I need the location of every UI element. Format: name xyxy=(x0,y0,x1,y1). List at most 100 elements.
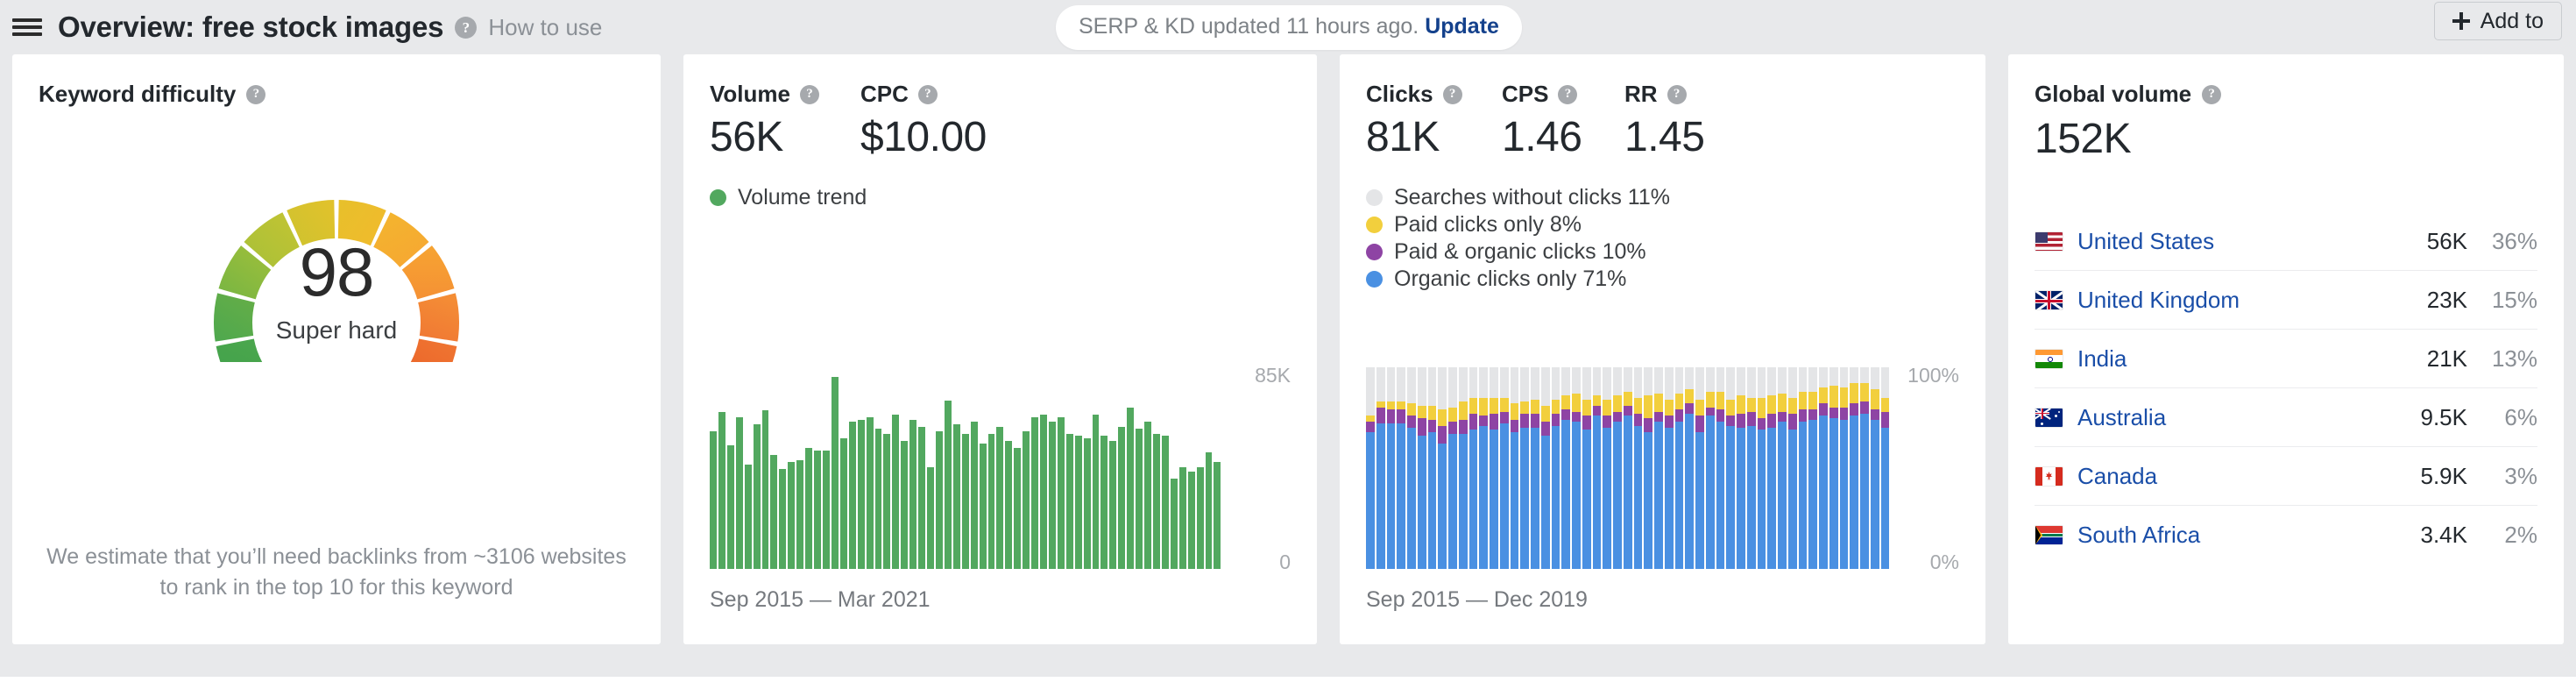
volume-bar xyxy=(753,423,761,569)
volume-bar xyxy=(744,464,752,569)
volume-bar xyxy=(857,419,865,569)
legend-item[interactable]: Volume trend xyxy=(710,184,1291,211)
country-name-link[interactable]: Canada xyxy=(2077,463,2371,490)
clicks-bar-segment xyxy=(1695,367,1704,400)
legend-color-dot xyxy=(710,189,726,207)
clicks-bar-segment xyxy=(1407,428,1416,569)
country-volume: 23K xyxy=(2426,286,2467,313)
clicks-bar-segment xyxy=(1448,408,1457,423)
clicks-help-icon[interactable]: ? xyxy=(1442,84,1462,104)
volume-help-icon[interactable]: ? xyxy=(799,84,819,104)
clicks-bar-segment xyxy=(1623,367,1632,392)
volume-chart[interactable]: 85K 0 xyxy=(710,364,1291,573)
volume-bar xyxy=(1065,433,1073,569)
page-title-help-icon[interactable]: ? xyxy=(455,16,478,39)
clicks-bar xyxy=(1499,367,1509,569)
rr-help-icon[interactable]: ? xyxy=(1667,84,1687,104)
country-name-link[interactable]: United Kingdom xyxy=(2077,287,2371,314)
clicks-bar xyxy=(1490,367,1498,569)
keyword-difficulty-help-icon[interactable]: ? xyxy=(246,84,266,104)
add-to-button[interactable]: Add to xyxy=(2433,2,2562,40)
volume-bar xyxy=(1100,436,1108,569)
volume-bar xyxy=(1214,462,1221,569)
country-row[interactable]: Australia 9.5K 6% xyxy=(2035,388,2537,447)
clicks-bar-segment xyxy=(1613,422,1622,569)
clicks-bar-segment xyxy=(1633,367,1643,398)
legend-item[interactable]: Paid & organic clicks 10% xyxy=(1366,238,1959,266)
clicks-bar-segment xyxy=(1850,383,1858,404)
legend-item[interactable]: Organic clicks only 71% xyxy=(1366,266,1959,293)
how-to-use-link[interactable]: How to use xyxy=(488,14,602,41)
clicks-bar-segment xyxy=(1603,367,1611,400)
clicks-bar-segment xyxy=(1499,397,1509,412)
clicks-bar-segment xyxy=(1479,397,1488,416)
clicks-bar-segment xyxy=(1448,367,1457,408)
clicks-bar-segment xyxy=(1366,416,1375,423)
clicks-bar xyxy=(1479,367,1488,569)
clicks-bar-segment xyxy=(1490,367,1498,398)
clicks-bar-segment xyxy=(1839,367,1849,388)
cps-help-icon[interactable]: ? xyxy=(1558,84,1578,104)
keyword-difficulty-title: Keyword difficulty xyxy=(39,81,237,107)
title-group: Overview: free stock images ? How to use xyxy=(58,11,602,44)
clicks-bar-segment xyxy=(1490,430,1498,569)
clicks-bar-segment xyxy=(1561,409,1570,420)
volume-axis-min: 0 xyxy=(1279,551,1291,573)
clicks-bar-segment xyxy=(1603,428,1611,569)
clicks-bar-segment xyxy=(1757,397,1766,418)
keyword-difficulty-header: Keyword difficulty ? xyxy=(39,81,634,108)
clicks-bar-segment xyxy=(1716,409,1725,423)
clicks-bar xyxy=(1582,367,1591,569)
country-row[interactable]: United States 56K 36% xyxy=(2035,212,2537,271)
volume-bar xyxy=(1023,431,1030,569)
legend-item[interactable]: Paid clicks only 8% xyxy=(1366,211,1959,238)
cps-label-group: CPS ? xyxy=(1502,81,1624,108)
clicks-bar-segment xyxy=(1407,403,1416,416)
hamburger-icon[interactable] xyxy=(12,16,42,39)
country-row[interactable]: India 21K 13% xyxy=(2035,330,2537,388)
clicks-bar-segment xyxy=(1644,395,1652,418)
update-button[interactable]: Update xyxy=(1425,14,1499,39)
volume-bar xyxy=(761,409,769,569)
country-row[interactable]: South Africa 3.4K 2% xyxy=(2035,506,2537,565)
country-percent: 13% xyxy=(2491,345,2537,372)
clicks-bar-segment xyxy=(1561,419,1570,569)
clicks-bar-segment xyxy=(1850,367,1858,384)
legend-color-dot xyxy=(1366,271,1383,288)
clicks-bar xyxy=(1417,367,1426,569)
clicks-bar-segment xyxy=(1397,423,1405,569)
country-row[interactable]: Canada 5.9K 3% xyxy=(2035,447,2537,506)
metrics-card-row: Keyword difficulty ? 98 Super hard We es… xyxy=(0,54,2576,646)
volume-bar xyxy=(770,455,778,569)
legend-label: Paid & organic clicks 10% xyxy=(1394,239,1646,265)
global-volume-help-icon[interactable]: ? xyxy=(2202,84,2222,104)
cpc-help-icon[interactable]: ? xyxy=(917,84,938,104)
clicks-bar-segment xyxy=(1531,399,1539,414)
legend-color-dot xyxy=(1366,244,1383,261)
clicks-bar xyxy=(1644,367,1652,569)
clicks-bar xyxy=(1716,367,1725,569)
country-name-link[interactable]: South Africa xyxy=(2077,522,2371,549)
clicks-bar-segment xyxy=(1664,428,1674,569)
clicks-bar-segment xyxy=(1870,419,1879,569)
country-name-link[interactable]: India xyxy=(2077,345,2371,373)
clicks-bar-segment xyxy=(1746,367,1756,398)
clicks-bar-segment xyxy=(1808,367,1817,392)
volume-bar xyxy=(979,443,987,569)
country-name-link[interactable]: Australia xyxy=(2077,404,2371,431)
clicks-bar-segment xyxy=(1468,430,1478,569)
clicks-bar xyxy=(1850,367,1858,569)
clicks-bar-segment xyxy=(1654,393,1663,412)
clicks-bar-segment xyxy=(1695,399,1704,416)
clicks-bar xyxy=(1757,367,1766,569)
volume-bar xyxy=(1005,440,1013,569)
clicks-chart[interactable]: 100% 0% xyxy=(1366,364,1959,573)
volume-bar xyxy=(1048,422,1056,569)
clicks-bar-segment xyxy=(1468,413,1478,430)
legend-item[interactable]: Searches without clicks 11% xyxy=(1366,184,1959,211)
country-name-link[interactable]: United States xyxy=(2077,228,2371,255)
clicks-bar xyxy=(1468,367,1478,569)
country-row[interactable]: United Kingdom 23K 15% xyxy=(2035,271,2537,330)
volume-label-group: Volume ? xyxy=(710,81,860,108)
volume-bar xyxy=(718,412,725,569)
